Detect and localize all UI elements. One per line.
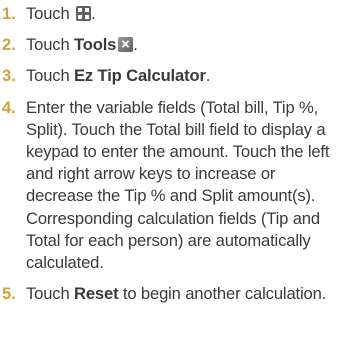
step-2: 2. Touch Tools. [0, 34, 338, 56]
step-period: . [205, 66, 211, 86]
step-text-end: to begin another calculation. [118, 284, 327, 304]
step-number: 1. [2, 4, 16, 23]
step-text: Touch [26, 284, 74, 304]
instruction-steps: 1. Touch . 2. Touch Tools. 3. Touch Ez Tip … [0, 0, 338, 303]
step-4: 4. Enter the variable fields (Total bill,… [0, 97, 338, 275]
step-period: . [91, 4, 96, 23]
step-text: Touch [26, 4, 74, 23]
step-number: 2. [2, 35, 16, 55]
step-text: Touch [26, 35, 74, 55]
step-number: 4. [2, 97, 16, 117]
apps-icon [76, 6, 91, 21]
step-number: 5. [2, 284, 16, 304]
ez-tip-calculator-label: Ez Tip Calculator [74, 66, 206, 86]
reset-label: Reset [74, 284, 119, 304]
step-1: 1. Touch . [0, 3, 338, 25]
step-period: . [133, 35, 138, 55]
step-number: 3. [2, 66, 16, 86]
step-text: Enter the variable fields (Total bill, T… [26, 97, 330, 273]
tools-icon [118, 37, 134, 53]
tools-label: Tools [74, 35, 117, 55]
step-3: 3. Touch Ez Tip Calculator. [0, 65, 338, 87]
step-text: Touch [26, 66, 74, 86]
step-5: 5. Touch Reset to begin another calculati… [0, 283, 338, 305]
